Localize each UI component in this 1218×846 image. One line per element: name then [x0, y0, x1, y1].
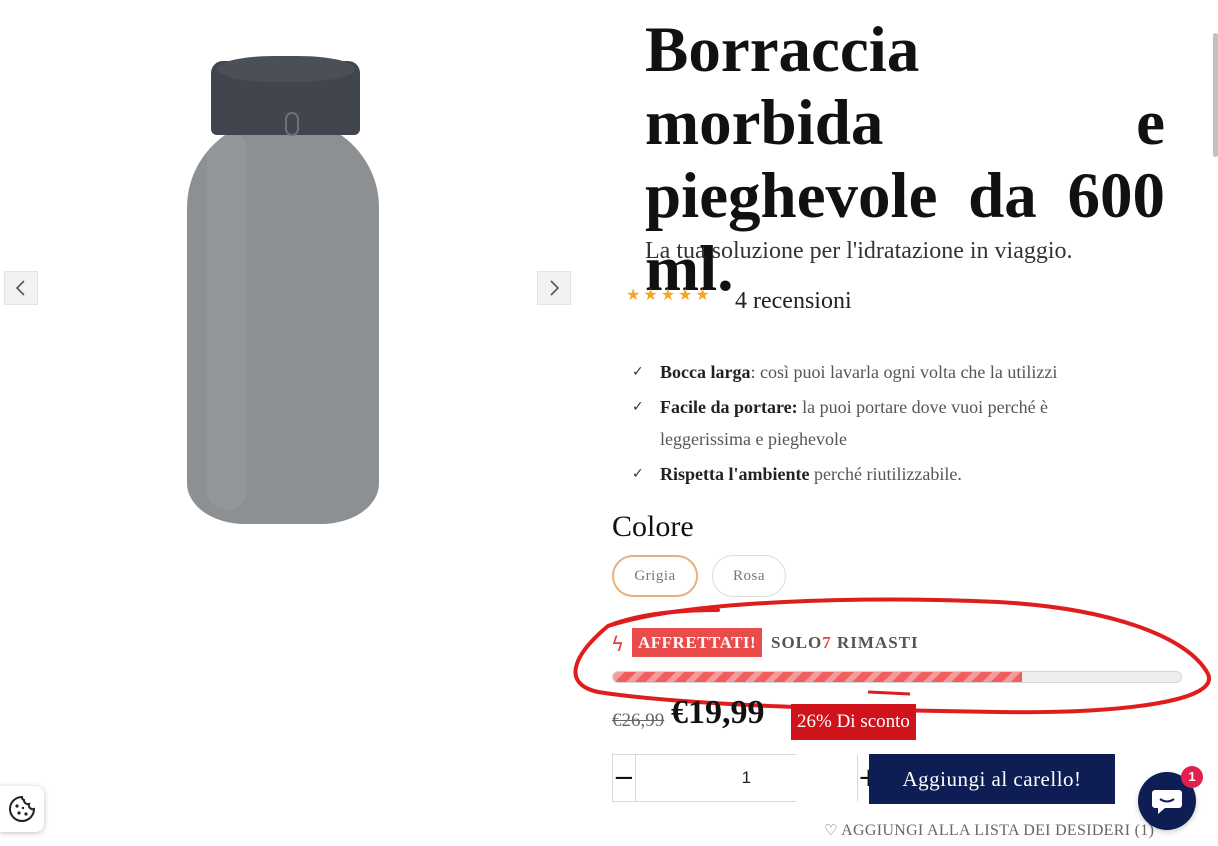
old-price: €26,99 — [612, 710, 665, 731]
gallery-prev-button[interactable] — [4, 271, 38, 305]
product-image-highlight — [207, 130, 247, 510]
quantity-decrease-button[interactable]: − — [613, 755, 635, 801]
product-subtitle: La tua soluzione per l'idratazione in vi… — [645, 238, 1073, 264]
product-image-clip — [285, 112, 299, 136]
chevron-left-icon — [15, 280, 25, 296]
feature-title: Facile da portare: — [660, 397, 798, 417]
product-gallery — [0, 0, 590, 560]
rating-stars[interactable]: ★★★★★ — [626, 285, 713, 305]
feature-title: Bocca larga — [660, 362, 751, 382]
cookie-icon — [9, 795, 36, 822]
feature-item: ✓ Rispetta l'ambiente perché riutilizzab… — [632, 458, 1112, 490]
check-icon: ✓ — [632, 364, 644, 380]
feature-item: ✓ Bocca larga: così puoi lavarla ogni vo… — [632, 356, 1112, 388]
feature-list: ✓ Bocca larga: così puoi lavarla ogni vo… — [632, 356, 1112, 493]
variant-option-grigia[interactable]: Grigia — [612, 555, 698, 597]
heart-icon: ♡ — [824, 821, 838, 839]
page-scrollbar[interactable] — [1213, 33, 1218, 157]
variant-label: Colore — [612, 510, 694, 543]
add-to-wishlist-link[interactable]: ♡ AGGIUNGI ALLA LISTA DEI DESIDERI (1) — [824, 821, 1154, 840]
feature-text: : così puoi lavarla ogni volta che la ut… — [750, 362, 1058, 382]
check-icon: ✓ — [632, 466, 644, 482]
check-icon: ✓ — [632, 399, 644, 415]
add-to-cart-button[interactable]: Aggiungi al carello! — [869, 754, 1115, 804]
quantity-stepper: − + — [612, 754, 880, 802]
feature-text: perché riutilizzabile. — [809, 464, 962, 484]
wishlist-label: AGGIUNGI ALLA LISTA DEI DESIDERI (1) — [841, 822, 1155, 839]
gallery-next-button[interactable] — [537, 271, 571, 305]
discount-badge: 26% Di sconto — [791, 704, 916, 740]
product-image-cap-top — [217, 56, 355, 82]
chevron-right-icon — [550, 280, 560, 296]
chat-icon — [1152, 790, 1182, 814]
reviews-link[interactable]: 4 recensioni — [735, 288, 852, 315]
cookie-settings-button[interactable] — [0, 786, 44, 832]
quantity-input[interactable] — [634, 755, 858, 801]
variant-option-rosa[interactable]: Rosa — [712, 555, 786, 597]
chat-notification-badge: 1 — [1181, 766, 1203, 788]
feature-item: ✓ Facile da portare: la puoi portare dov… — [632, 391, 1112, 455]
current-price: €19,99 — [671, 694, 765, 731]
feature-title: Rispetta l'ambiente — [660, 464, 810, 484]
